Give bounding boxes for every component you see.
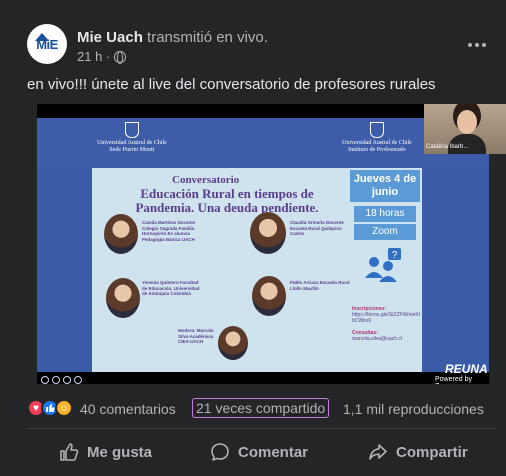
reactions-summary[interactable]: ♥ ☺ xyxy=(27,399,73,417)
reuna-logo: REUNA xyxy=(445,362,488,376)
views-count: 1,1 mil reproducciones xyxy=(343,401,484,417)
author-action: transmitió en vivo. xyxy=(147,29,268,46)
divider xyxy=(27,428,496,429)
event-hours: 18 horas xyxy=(354,206,416,222)
shares-count[interactable]: 21 veces compartido xyxy=(192,398,330,418)
users-question-icon: ? xyxy=(365,248,401,282)
like-button[interactable]: Me gusta xyxy=(59,436,152,468)
inscriptions-info: Inscripciones: https://forms.gle/SiZZFWm… xyxy=(352,306,421,342)
author-name[interactable]: Mie Uach xyxy=(77,29,143,46)
speaker-photo xyxy=(104,214,138,254)
speaker-photo xyxy=(252,276,286,316)
post-text: en vivo!!! únete al live del conversator… xyxy=(27,76,436,93)
author-line: Mie Uach transmitió en vivo. xyxy=(77,29,268,46)
university-logo-left: Universidad Austral de Chile Sede Puerto… xyxy=(97,122,167,154)
speaker-info: Camila Martínez Docente Colegio Sagrada … xyxy=(142,220,196,242)
more-horizontal-icon xyxy=(468,43,472,47)
event-platform: Zoom xyxy=(354,224,416,240)
grid-icon xyxy=(63,376,71,384)
like-label: Me gusta xyxy=(87,443,153,461)
university-logo-right: Universidad Austral de Chile Instituto d… xyxy=(342,122,412,154)
more-options-button[interactable] xyxy=(462,30,492,60)
speaker-photo xyxy=(250,212,286,254)
speaker-photo xyxy=(106,278,140,318)
post-time[interactable]: 21 h · xyxy=(77,49,110,64)
thumbs-up-icon xyxy=(60,443,79,461)
event-date: Jueves 4 de junio xyxy=(350,170,420,202)
speaker-info: Claudia Ormeño Docente Escuela Rural Qui… xyxy=(290,220,344,236)
prev-icon xyxy=(41,376,49,384)
comment-button[interactable]: Comentar xyxy=(210,436,308,468)
post-card: MiE Mie Uach transmitió en vivo. 21 h · … xyxy=(0,0,506,476)
poster-title: Conversatorio xyxy=(172,174,240,186)
moderator-info: Modera: Marcela Silva Académica CIEA-UAC… xyxy=(178,328,214,344)
zoom-icon xyxy=(74,376,82,384)
powered-by-text: Powered by Zoom xyxy=(435,376,472,384)
care-icon: ☺ xyxy=(55,399,73,417)
share-icon xyxy=(369,444,387,460)
share-button[interactable]: Compartir xyxy=(368,436,468,468)
page-avatar[interactable]: MiE xyxy=(27,24,67,64)
comment-label: Comentar xyxy=(238,443,309,461)
slide-controls xyxy=(41,376,82,384)
comment-icon xyxy=(211,443,229,461)
svg-text:?: ? xyxy=(392,250,398,261)
speaker-info: Pablo Arriaza Escuela Rural Llollo Maull… xyxy=(290,280,350,291)
post-meta: 21 h · xyxy=(77,49,127,64)
globe-icon xyxy=(114,50,127,64)
live-video-player[interactable]: Universidad Austral de Chile Sede Puerto… xyxy=(37,104,489,384)
pen-icon xyxy=(52,376,60,384)
crest-icon xyxy=(124,122,139,138)
speaker-video-thumbnail: Catalina Ibarb... xyxy=(424,104,506,154)
poster-subtitle: Educación Rural en tiempos de Pandemia. … xyxy=(135,186,319,215)
share-label: Compartir xyxy=(396,443,468,461)
comments-count[interactable]: 40 comentarios xyxy=(80,401,176,417)
event-poster: Conversatorio Educación Rural en tiempos… xyxy=(92,168,422,372)
shared-slide: Universidad Austral de Chile Sede Puerto… xyxy=(37,118,489,384)
moderator-photo xyxy=(218,326,248,360)
speaker-info: Yesenia Quintero Facultad de Educación, … xyxy=(142,280,200,296)
speaker-name: Catalina Ibarb... xyxy=(426,144,469,150)
logo-mountain-icon xyxy=(35,33,49,41)
slide-right-panel xyxy=(422,168,489,372)
crest-icon xyxy=(369,122,384,138)
